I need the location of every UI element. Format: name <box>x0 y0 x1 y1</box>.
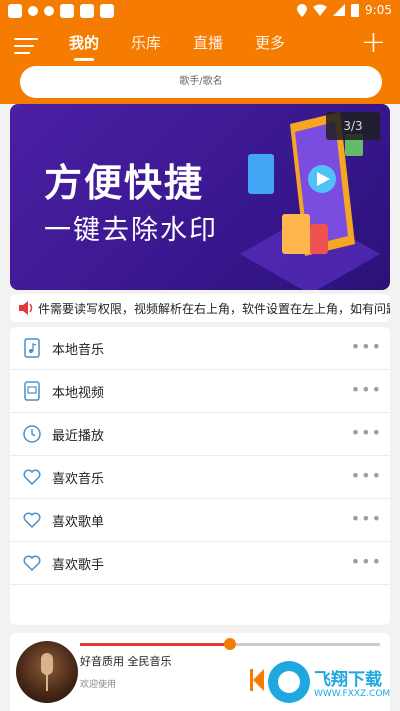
watermark-name: 飞翔下载 <box>314 670 382 690</box>
mini-player[interactable]: 好音质用 全民音乐 欢迎使用 飞翔下载 WWW.FXXZ.COM <box>10 633 390 711</box>
list-item-liked-singers[interactable]: 喜欢歌手 ••• <box>10 542 390 585</box>
song-title: 好音质用 全民音乐 <box>80 655 172 668</box>
search-input[interactable]: 歌手/歌名 <box>20 66 382 98</box>
list-item-label: 最近播放 <box>52 429 105 444</box>
tab-live[interactable]: 直播 <box>186 32 230 53</box>
list-item-liked-music[interactable]: 喜欢音乐 ••• <box>10 456 390 499</box>
list-item-local-music[interactable]: 本地音乐 ••• <box>10 327 390 370</box>
shield-icon <box>44 6 54 16</box>
clock-time: 9:05 <box>365 3 392 17</box>
wifi-icon <box>313 4 328 16</box>
microphone-icon <box>41 653 53 675</box>
list-item-label: 本地视频 <box>52 386 105 401</box>
list-item-label: 喜欢音乐 <box>52 472 105 487</box>
more-icon[interactable]: ••• <box>351 337 382 356</box>
heart-icon <box>23 555 41 572</box>
banner[interactable]: 方便快捷 一键去除水印 3/3 <box>10 104 390 290</box>
tab-mine[interactable]: 我的 <box>62 32 106 61</box>
battery-icon <box>351 3 360 17</box>
list-item-label: 本地音乐 <box>52 343 105 358</box>
previous-icon[interactable] <box>250 669 264 691</box>
heart-icon <box>23 512 41 529</box>
banner-subtitle: 一键去除水印 <box>44 215 218 246</box>
artist-name: 欢迎使用 <box>80 680 117 690</box>
banner-title: 方便快捷 <box>44 161 205 205</box>
watermark-url: WWW.FXXZ.COM <box>314 689 391 699</box>
signal-icon <box>333 4 346 16</box>
banner-page-counter: 3/3 <box>326 112 380 140</box>
notice-marquee: 件需要读写权限，视频解析在右上角，软件设置在左上角，如有问题 <box>10 294 390 322</box>
tab-bar: 我的 乐库 直播 更多 <box>62 32 310 61</box>
system-icons: 9:05 <box>297 3 392 17</box>
list-item-label: 喜欢歌单 <box>52 515 105 530</box>
album-cover[interactable] <box>16 641 78 703</box>
list-item-liked-playlists[interactable]: 喜欢歌单 ••• <box>10 499 390 542</box>
notice-text: 件需要读写权限，视频解析在右上角，软件设置在左上角，如有问题 <box>38 302 390 316</box>
app-icon <box>80 4 94 18</box>
notification-icon <box>8 4 22 18</box>
tab-more[interactable]: 更多 <box>248 32 292 53</box>
list-item-label: 喜欢歌手 <box>52 558 105 573</box>
tab-library[interactable]: 乐库 <box>124 32 168 53</box>
app-icon <box>60 4 74 18</box>
app-icon <box>100 4 114 18</box>
more-icon[interactable]: ••• <box>351 509 382 528</box>
more-icon[interactable]: ••• <box>351 423 382 442</box>
status-bar: 9:05 <box>0 0 400 24</box>
list-item-recent[interactable]: 最近播放 ••• <box>10 413 390 456</box>
plus-icon[interactable]: + <box>361 28 386 58</box>
more-icon[interactable]: ••• <box>351 466 382 485</box>
heart-icon <box>23 469 41 486</box>
video-file-icon <box>24 381 40 401</box>
notification-icons <box>8 4 114 18</box>
progress-knob[interactable] <box>224 638 236 650</box>
download-icon <box>28 6 38 16</box>
more-icon[interactable]: ••• <box>351 552 382 571</box>
more-icon[interactable]: ••• <box>351 380 382 399</box>
list-item-local-video[interactable]: 本地视频 ••• <box>10 370 390 413</box>
clock-icon <box>23 425 41 443</box>
location-icon <box>297 3 308 17</box>
menu-list: 本地音乐 ••• 本地视频 ••• 最近播放 ••• 喜欢音乐 ••• 喜欢歌单… <box>10 327 390 625</box>
speaker-icon <box>19 301 33 315</box>
watermark-logo: 飞翔下载 WWW.FXXZ.COM <box>268 659 398 707</box>
music-file-icon <box>24 338 40 358</box>
progress-bar[interactable] <box>80 638 380 650</box>
header: 我的 乐库 直播 更多 + 歌手/歌名 <box>0 24 400 104</box>
menu-icon[interactable] <box>14 38 38 56</box>
